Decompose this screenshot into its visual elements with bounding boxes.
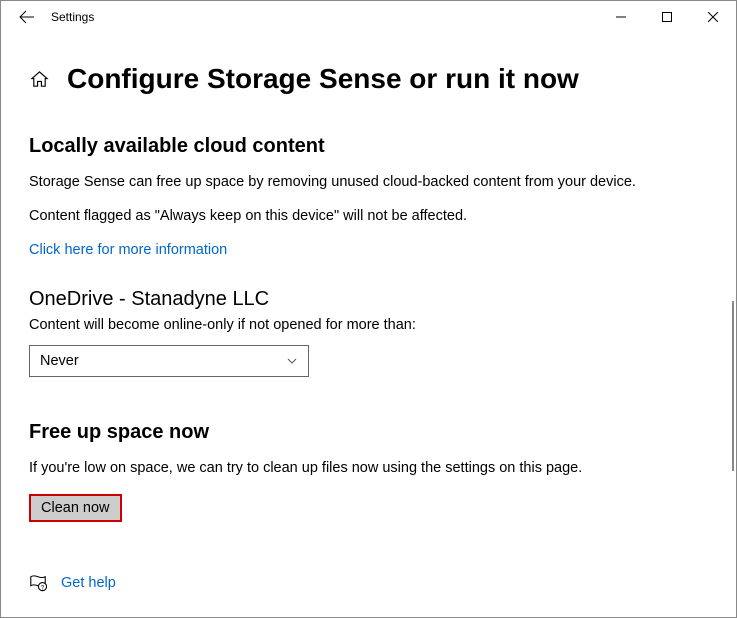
svg-text:?: ? <box>41 584 45 591</box>
onedrive-interval-dropdown[interactable]: Never <box>29 345 309 377</box>
help-row: ? Get help <box>29 574 708 592</box>
close-button[interactable] <box>690 1 736 33</box>
page-title: Configure Storage Sense or run it now <box>67 63 579 95</box>
maximize-icon <box>662 12 672 22</box>
freeup-description: If you're low on space, we can try to cl… <box>29 458 708 478</box>
window-controls <box>598 1 736 33</box>
get-help-link[interactable]: Get help <box>61 575 116 591</box>
back-arrow-icon <box>19 9 35 25</box>
freeup-section-heading: Free up space now <box>29 421 708 444</box>
close-icon <box>708 12 718 22</box>
onedrive-heading: OneDrive - Stanadyne LLC <box>29 288 708 311</box>
cloud-description-2: Content flagged as "Always keep on this … <box>29 206 708 226</box>
chevron-down-icon <box>286 355 298 367</box>
more-info-link[interactable]: Click here for more information <box>29 242 227 258</box>
window-title: Settings <box>51 10 94 24</box>
titlebar: Settings <box>1 1 736 33</box>
cloud-section-heading: Locally available cloud content <box>29 135 708 158</box>
minimize-icon <box>616 12 626 22</box>
onedrive-description: Content will become online-only if not o… <box>29 315 708 335</box>
page-header: Configure Storage Sense or run it now <box>29 63 708 95</box>
home-icon[interactable] <box>29 69 49 89</box>
clean-now-button[interactable]: Clean now <box>29 494 122 522</box>
dropdown-selected-value: Never <box>40 353 79 369</box>
help-icon: ? <box>29 574 47 592</box>
content-area: Configure Storage Sense or run it now Lo… <box>1 33 736 612</box>
maximize-button[interactable] <box>644 1 690 33</box>
cloud-description-1: Storage Sense can free up space by remov… <box>29 172 708 192</box>
back-button[interactable] <box>13 3 41 31</box>
minimize-button[interactable] <box>598 1 644 33</box>
scrollbar[interactable] <box>732 301 734 471</box>
